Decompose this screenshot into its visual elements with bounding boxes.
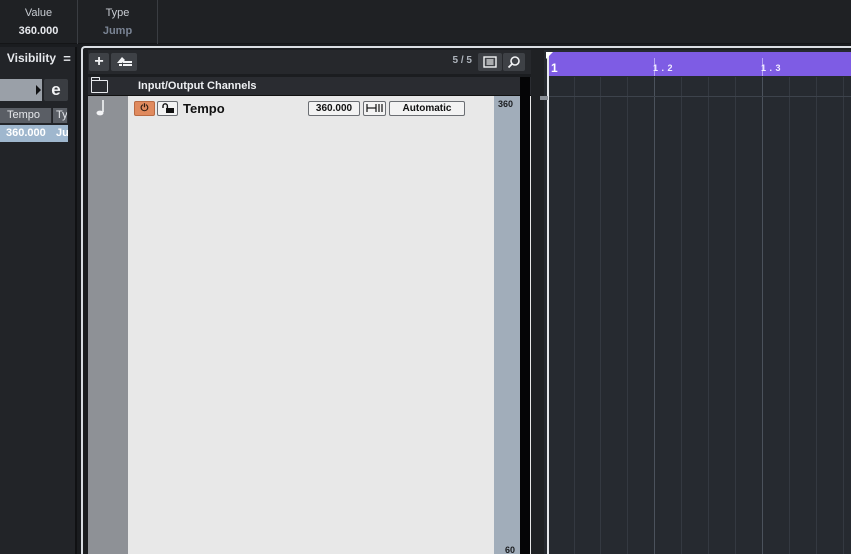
visibility-menu-icon[interactable]: = <box>60 51 74 66</box>
info-value[interactable]: 360.000 <box>0 25 77 37</box>
column-header-type[interactable]: Type <box>53 108 68 123</box>
tempo-mode-button[interactable]: Automatic <box>389 101 465 116</box>
ruler-timeline[interactable] <box>547 52 851 76</box>
visibility-title: Visibility <box>6 51 56 65</box>
project-cursor[interactable] <box>547 52 549 554</box>
info-value-column[interactable]: Value 360.000 <box>0 0 78 44</box>
grid-line <box>600 77 601 554</box>
tempo-value-field[interactable]: 360.000 <box>308 101 360 116</box>
folder-track-name[interactable]: Input/Output Channels <box>138 80 257 92</box>
grid-line <box>816 77 817 554</box>
track-count: 5 / 5 <box>452 55 472 66</box>
track-type-column <box>88 77 128 554</box>
bar-1-3-label: 1 . 3 <box>761 63 782 73</box>
bar-1-2-label: 1 . 2 <box>653 63 674 73</box>
e-edit-button[interactable]: e <box>44 79 68 101</box>
cubase-project-window: Value 360.000 Type Jump Visibility = e T… <box>0 0 851 554</box>
visibility-zone <box>0 47 77 554</box>
tempo-event-marker[interactable] <box>540 96 548 100</box>
add-track-from-template-button[interactable] <box>111 53 137 71</box>
cursor-flag-icon[interactable] <box>546 52 553 59</box>
find-track-button[interactable] <box>503 53 525 71</box>
cell-type[interactable]: Jump <box>56 125 68 142</box>
jump-ramp-icon <box>365 104 383 112</box>
lock-open-icon <box>161 103 174 113</box>
tempo-track-name[interactable]: Tempo <box>183 101 225 116</box>
filter-arrow-icon[interactable] <box>36 85 41 95</box>
bar-1-label: 1 <box>551 61 558 75</box>
track-separator <box>544 96 851 97</box>
grid-line <box>843 77 844 554</box>
visibility-agents-button[interactable] <box>478 53 502 71</box>
tempo-curve-type-button[interactable] <box>363 101 386 116</box>
info-type-column[interactable]: Type Jump <box>78 0 158 44</box>
list-icon <box>483 56 497 68</box>
column-header-tempo[interactable]: Tempo <box>0 108 52 123</box>
tempo-note-icon <box>94 99 106 117</box>
ruler-bottom-label: 60 <box>505 545 516 554</box>
grid-line <box>708 77 709 554</box>
tempo-track-activate-button[interactable]: ⏻ <box>134 101 155 116</box>
grid-line <box>735 77 736 554</box>
grid-line-major <box>654 77 655 554</box>
grid-line <box>681 77 682 554</box>
grid-line <box>789 77 790 554</box>
grid-line <box>574 77 575 554</box>
info-value-label: Value <box>24 7 53 19</box>
info-type-label: Type <box>105 7 130 19</box>
grid-line-major <box>762 77 763 554</box>
scroll-gutter[interactable] <box>520 77 530 554</box>
search-icon <box>507 56 520 69</box>
track-template-icon <box>117 57 132 66</box>
grid-line <box>627 77 628 554</box>
cell-tempo[interactable]: 360.000 <box>6 125 52 142</box>
ruler-top-label: 360 <box>498 99 514 109</box>
tempo-track-lock-button[interactable] <box>157 101 178 116</box>
info-type-value[interactable]: Jump <box>78 25 157 37</box>
folder-icon[interactable] <box>90 77 108 93</box>
event-display[interactable] <box>544 50 851 554</box>
zone-divider[interactable] <box>531 50 544 554</box>
tempo-scale-ruler <box>494 96 520 554</box>
add-track-button[interactable]: + <box>89 53 109 71</box>
info-line: Value 360.000 Type Jump <box>0 0 851 44</box>
track-list <box>88 77 531 554</box>
